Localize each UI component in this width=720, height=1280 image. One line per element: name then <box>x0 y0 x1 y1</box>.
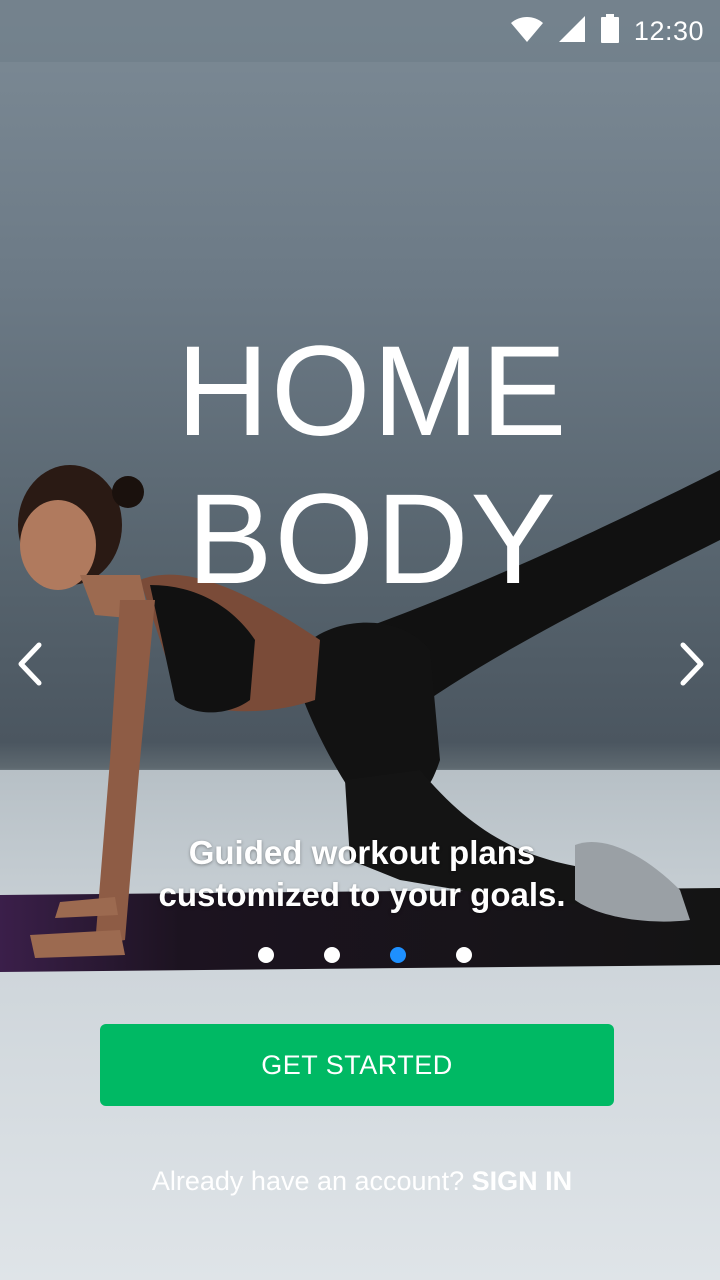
wifi-icon <box>510 15 544 48</box>
status-time: 12:30 <box>633 15 704 46</box>
app-title-line1: HOME <box>176 320 569 463</box>
tagline-line1: Guided workout plans <box>188 834 536 871</box>
chevron-right-icon <box>677 641 707 692</box>
chevron-left-icon <box>15 641 45 692</box>
signal-icon <box>558 15 586 48</box>
signin-prompt: Already have an account? <box>151 1166 472 1196</box>
signin-row: Already have an account? SIGN IN <box>0 1166 720 1197</box>
app-title: HOME BODY <box>0 318 720 614</box>
carousel-pagination <box>0 947 720 963</box>
pagination-dot[interactable] <box>456 947 472 963</box>
carousel-next-button[interactable] <box>662 636 720 696</box>
tagline: Guided workout plans customized to your … <box>0 832 720 916</box>
app-title-line2: BODY <box>187 468 558 611</box>
onboarding-screen: 12:30 HOME BODY Guided workout plans cus… <box>0 0 720 1280</box>
pagination-dot[interactable] <box>324 947 340 963</box>
status-bar: 12:30 <box>0 0 720 62</box>
get-started-button[interactable]: GET STARTED <box>100 1024 614 1106</box>
tagline-line2: customized to your goals. <box>158 876 566 913</box>
carousel-prev-button[interactable] <box>0 636 60 696</box>
pagination-dot[interactable] <box>258 947 274 963</box>
pagination-dot-active[interactable] <box>390 947 406 963</box>
battery-icon <box>600 13 620 49</box>
sign-in-link[interactable]: SIGN IN <box>472 1166 573 1196</box>
